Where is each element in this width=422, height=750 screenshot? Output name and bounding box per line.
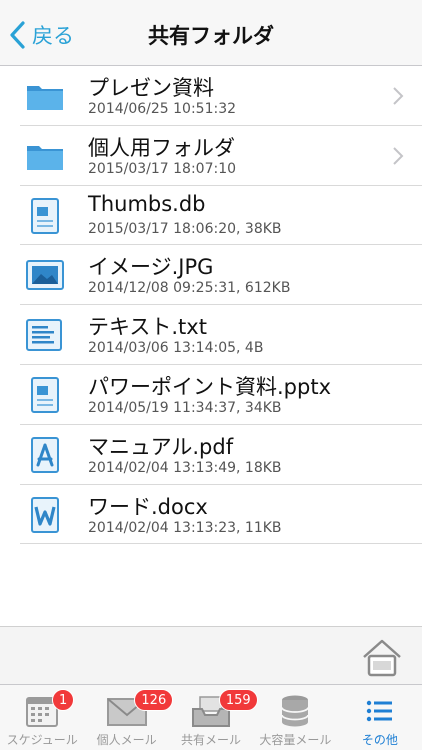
tab-large-mail[interactable]: 大容量メール — [253, 685, 337, 750]
chevron-right-icon — [393, 147, 404, 165]
tab-other[interactable]: その他 — [338, 685, 422, 750]
list-item-folder[interactable]: 個人用フォルダ 2015/03/17 18:07:10 — [20, 126, 422, 186]
home-button[interactable] — [360, 637, 404, 679]
item-meta: 2014/12/08 09:25:31, 612KB — [88, 280, 291, 297]
item-name: ワード.docx — [88, 494, 208, 519]
folder-icon — [27, 86, 63, 110]
list-item-file[interactable]: Thumbs.db 2015/03/17 18:06:20, 38KB — [20, 186, 422, 246]
item-meta: 2015/03/17 18:07:10 — [88, 160, 237, 177]
list-item-folder[interactable]: プレゼン資料 2014/06/25 10:51:32 — [20, 66, 422, 126]
shared-mail-badge: 159 — [218, 689, 258, 711]
folder-icon — [27, 145, 63, 170]
item-meta: 2015/03/17 18:06:20, 38KB — [88, 220, 282, 237]
tab-label: その他 — [361, 733, 398, 747]
pdf-file-icon — [31, 436, 59, 473]
text-file-icon — [26, 319, 62, 352]
tab-label: 共有メール — [181, 733, 242, 747]
item-name: Thumbs.db — [88, 191, 206, 216]
item-name: パワーポイント資料.pptx — [88, 374, 331, 399]
item-name: イメージ.JPG — [88, 255, 214, 280]
tab-label: スケジュール — [6, 733, 78, 747]
list-item-file[interactable]: パワーポイント資料.pptx 2014/05/19 11:34:37, 34KB — [20, 365, 422, 425]
item-name: 個人用フォルダ — [88, 135, 235, 160]
tab-shared-mail[interactable]: 159 共有メール — [169, 685, 258, 750]
schedule-badge: 1 — [52, 689, 75, 711]
list-item-file[interactable]: マニュアル.pdf 2014/02/04 13:13:49, 18KB — [20, 425, 422, 485]
tab-label: 大容量メール — [259, 733, 332, 747]
database-icon — [281, 695, 310, 727]
item-meta: 2014/03/06 13:14:05, 4B — [88, 340, 264, 357]
personal-mail-badge: 126 — [134, 689, 174, 711]
tab-schedule[interactable]: 1 スケジュール — [0, 685, 84, 750]
image-file-icon — [26, 260, 64, 291]
item-name: プレゼン資料 — [88, 76, 214, 100]
list-item-file[interactable]: イメージ.JPG 2014/12/08 09:25:31, 612KB — [20, 245, 422, 306]
chevron-right-icon — [393, 87, 404, 105]
item-name: テキスト.txt — [88, 315, 207, 340]
tab-label: 個人メール — [96, 733, 157, 747]
item-meta: 2014/02/04 13:13:49, 18KB — [88, 459, 282, 476]
file-list: プレゼン資料 2014/06/25 10:51:32 個人用フォルダ 2015/… — [0, 66, 422, 545]
item-name: マニュアル.pdf — [88, 434, 234, 459]
navigation-bar: 戻る 共有フォルダ — [0, 0, 422, 66]
tab-personal-mail[interactable]: 126 個人メール — [84, 685, 174, 750]
tab-bar: 1 スケジュール 126 個人メール 159 共有メール 大容量メール その他 — [0, 684, 422, 750]
item-meta: 2014/05/19 11:34:37, 34KB — [88, 399, 282, 416]
list-icon — [366, 700, 392, 722]
generic-file-icon — [31, 197, 59, 234]
list-item-file[interactable]: テキスト.txt 2014/03/06 13:14:05, 4B — [20, 305, 422, 365]
item-meta: 2014/02/04 13:13:23, 11KB — [88, 519, 282, 536]
page-title: 共有フォルダ — [148, 24, 274, 48]
list-item-file[interactable]: ワード.docx 2014/02/04 13:13:23, 11KB — [20, 485, 422, 545]
word-file-icon — [31, 496, 59, 533]
bottom-toolbar — [0, 626, 422, 684]
generic-file-icon — [31, 376, 59, 413]
item-meta: 2014/06/25 10:51:32 — [88, 101, 237, 117]
